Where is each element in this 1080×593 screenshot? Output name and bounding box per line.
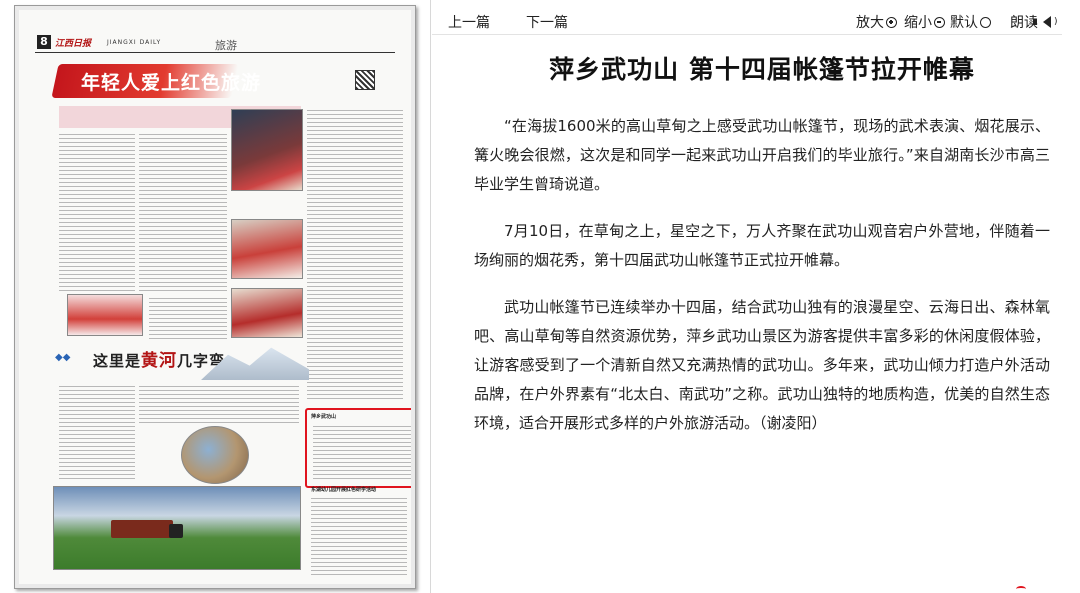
- newspaper-page: 8 江西日报 JIANGXI DAILY 旅游 年轻人爱上红色旅游 ◆◆ 这里是…: [19, 10, 411, 584]
- read-aloud-button[interactable]: 朗读): [1010, 12, 1058, 32]
- headline-highlight: 黄河: [141, 351, 178, 371]
- text-column: [59, 134, 135, 294]
- circle-icon: [980, 16, 991, 28]
- cartoon-photo: [67, 294, 143, 336]
- highlighted-article-title: 萍乡武功山: [311, 414, 337, 420]
- zoom-out-button[interactable]: 缩小: [904, 12, 945, 32]
- zoom-out-label: 缩小: [904, 15, 932, 31]
- article-body: 萍乡武功山 第十四届帐篷节拉开帷幕 “在海拔1600米的高山草甸之上感受武功山帐…: [474, 50, 1050, 456]
- page-number: 8: [37, 35, 51, 49]
- fortress-photo: [181, 426, 249, 484]
- default-size-button[interactable]: 默认: [950, 12, 991, 32]
- text-column: [139, 386, 299, 426]
- zoom-in-label: 放大: [856, 15, 884, 31]
- highlighted-article-text: [313, 426, 411, 480]
- diamond-decoration-icon: ◆◆: [55, 352, 71, 363]
- article-paragraph: 武功山帐篷节已连续举办十四届，结合武功山独有的浪漫星空、云海日出、森林氧吧、高山…: [474, 298, 1050, 432]
- default-size-label: 默认: [950, 15, 978, 31]
- masthead-english: JIANGXI DAILY: [107, 39, 162, 46]
- previous-article-link[interactable]: 上一篇: [448, 12, 490, 32]
- top-headline[interactable]: 年轻人爱上红色旅游: [81, 68, 261, 95]
- article-toolbar: 上一篇 下一篇 放大 缩小 默认 朗读): [432, 6, 1062, 35]
- museum-photo: [231, 109, 303, 191]
- headline-part: 这里是: [93, 352, 142, 370]
- text-column: [311, 498, 407, 576]
- text-column: [307, 110, 403, 400]
- plus-circle-icon: [886, 16, 897, 28]
- exhibit-photo: [231, 288, 303, 338]
- speaker-icon: [1033, 16, 1051, 28]
- article-paragraph: 7月10日，在草甸之上，星空之下，万人齐聚在武功山观音宕户外营地，伴随着一场绚丽…: [474, 222, 1050, 269]
- corner-mark: [1016, 586, 1026, 592]
- text-column: [139, 134, 227, 294]
- minus-circle-icon: [934, 16, 945, 28]
- article-paragraph: “在海拔1600米的高山草甸之上感受武功山帐篷节，现场的武术表演、烟花展示、篝火…: [474, 117, 1050, 193]
- text-column: [149, 298, 227, 340]
- newspaper-panel: 8 江西日报 JIANGXI DAILY 旅游 年轻人爱上红色旅游 ◆◆ 这里是…: [0, 0, 431, 593]
- second-headline[interactable]: 这里是黄河几字弯: [93, 346, 225, 371]
- section-name: 旅游: [215, 39, 237, 52]
- masthead-rule: [35, 52, 395, 53]
- article-title: 萍乡武功山 第十四届帐篷节拉开帷幕: [549, 55, 975, 84]
- masthead-logo: 江西日报: [55, 39, 92, 49]
- newspaper-page-thumbnail[interactable]: 8 江西日报 JIANGXI DAILY 旅游 年轻人爱上红色旅游 ◆◆ 这里是…: [14, 5, 416, 589]
- sound-waves-icon: ): [1054, 17, 1058, 27]
- bottom-story-title[interactable]: 东湖幼儿园开展红色研学活动: [311, 486, 376, 493]
- exhibit-photo: [231, 219, 303, 279]
- qr-code-icon: [355, 70, 375, 90]
- zoom-in-button[interactable]: 放大: [856, 12, 897, 32]
- next-article-link[interactable]: 下一篇: [526, 12, 568, 32]
- train-graphic: [111, 520, 183, 538]
- text-column: [59, 386, 135, 482]
